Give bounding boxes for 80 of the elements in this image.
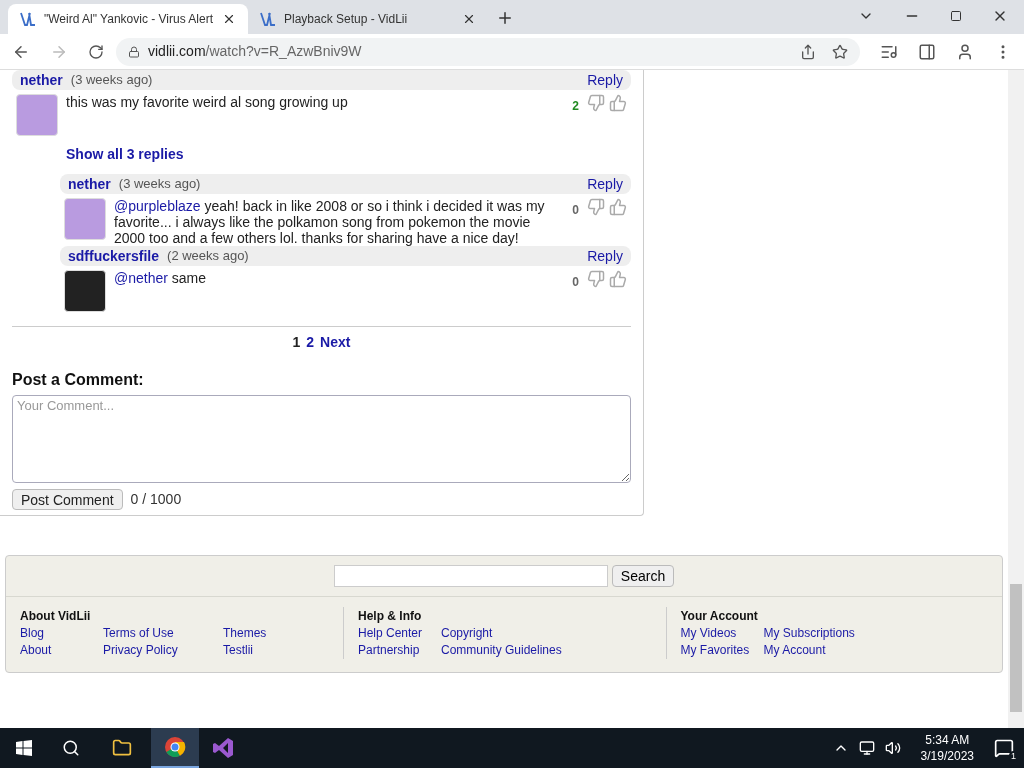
close-icon[interactable] [462,12,476,26]
comment-input[interactable]: Your Comment... [12,395,631,483]
search-icon[interactable] [62,739,80,757]
clock-time: 5:34 AM [925,732,970,748]
footer-link[interactable]: My Account [763,642,884,659]
page-link[interactable]: 1 [292,332,301,353]
comment-time: (3 weeks ago) [118,175,201,194]
comment-text: @purpleblaze yeah! back in like 2008 or so i think i decided it was my favorite... i always like the polkamon song from pokemon the movie 2000 too and a few others lol. thanks for sharing have a nice day! [114,198,546,246]
windows-logo-icon[interactable] [16,740,32,756]
share-icon[interactable] [800,43,816,60]
author-link[interactable]: sdffuckersfile [68,245,160,267]
comment-text: @nether same [114,270,208,288]
footer-link[interactable]: My Favorites [680,642,764,659]
post-comment-heading: Post a Comment: [12,370,145,390]
footer-link[interactable]: Themes [223,625,343,642]
footer-link[interactable]: Testlii [223,642,343,659]
footer-link[interactable]: About [20,642,103,659]
footer-link[interactable]: Terms of Use [103,625,223,642]
lock-icon [128,45,140,58]
bookmark-star-icon[interactable] [832,43,848,60]
author-link[interactable]: nether [68,173,111,195]
footer-link[interactable]: Help Center [358,625,441,642]
tab-title: Playback Setup - VidLii [284,11,409,28]
footer-link[interactable]: My Videos [680,625,764,642]
url-text: vidlii.com/watch?v=R_AzwBniv9W [148,42,362,61]
footer-section-title: About VidLii [20,608,92,625]
thumbs-up-icon[interactable] [609,94,627,112]
footer-section-title: Help & Info [358,608,423,625]
post-comment-button[interactable]: Post Comment [12,489,123,510]
folder-icon[interactable] [112,738,132,758]
page-link[interactable]: 2 [306,332,315,353]
tab-title: "Weird Al" Yankovic - Virus Alert [44,11,214,28]
thumbs-up-icon[interactable] [609,270,627,288]
reply-link[interactable]: Reply [587,70,623,91]
footer-link[interactable]: Copyright [441,625,561,642]
search-button[interactable]: Search [611,565,675,587]
notifications-icon[interactable] [994,738,1014,758]
restore-icon[interactable] [950,10,962,22]
page-link[interactable]: Next [320,332,351,353]
thumbs-down-icon[interactable] [587,94,605,112]
volume-icon[interactable] [884,740,901,756]
footer-link[interactable]: Partnership [358,642,441,659]
close-icon[interactable] [222,12,236,26]
reload-icon[interactable] [88,43,104,60]
search-field[interactable] [333,565,608,587]
character-counter: 0 / 1000 [130,490,182,509]
footer-section-title: Your Account [680,608,759,625]
address-bar[interactable]: vidlii.com/watch?v=R_AzwBniv9W [116,37,860,66]
mention-link[interactable]: @nether [114,270,168,286]
footer-link[interactable]: Blog [20,625,103,642]
reply-link[interactable]: Reply [587,245,623,267]
scrollbar[interactable] [1008,70,1024,728]
author-link[interactable]: nether [20,70,63,91]
mention-link[interactable]: @purpleblaze [114,198,201,214]
clock-date: 3/19/2023 [920,748,974,764]
site-logo-icon [260,12,276,26]
browser-app-icon[interactable] [164,736,186,758]
comment-time: (2 weeks ago) [167,247,249,266]
comment-time: (3 weeks ago) [70,71,153,90]
footer-link[interactable]: Community Guidelines [441,642,561,659]
vote-count: 2 [572,98,579,115]
footer-link[interactable]: My Subscriptions [763,625,884,642]
show-replies-link[interactable]: Show all 3 replies [66,144,631,165]
vote-count: 0 [572,274,579,291]
network-icon[interactable] [858,740,875,756]
thumbs-down-icon[interactable] [587,270,605,288]
thumbs-up-icon[interactable] [609,198,627,216]
vote-count: 0 [572,202,579,219]
profile-icon[interactable] [956,42,974,61]
site-logo-icon [20,12,36,26]
editor-app-icon[interactable] [212,737,234,759]
new-tab-icon[interactable] [496,9,514,27]
comment-text: this was my favorite weird al song growing up [66,94,349,112]
browser-tab[interactable]: "Weird Al" Yankovic - Virus Alert [8,4,248,34]
browser-tab[interactable]: Playback Setup - VidLii [248,4,488,34]
side-panel-icon[interactable] [918,42,936,61]
reply-link[interactable]: Reply [587,173,623,195]
thumbs-down-icon[interactable] [587,198,605,216]
footer-link[interactable]: Privacy Policy [103,642,223,659]
notification-count: 1 [1009,751,1018,762]
